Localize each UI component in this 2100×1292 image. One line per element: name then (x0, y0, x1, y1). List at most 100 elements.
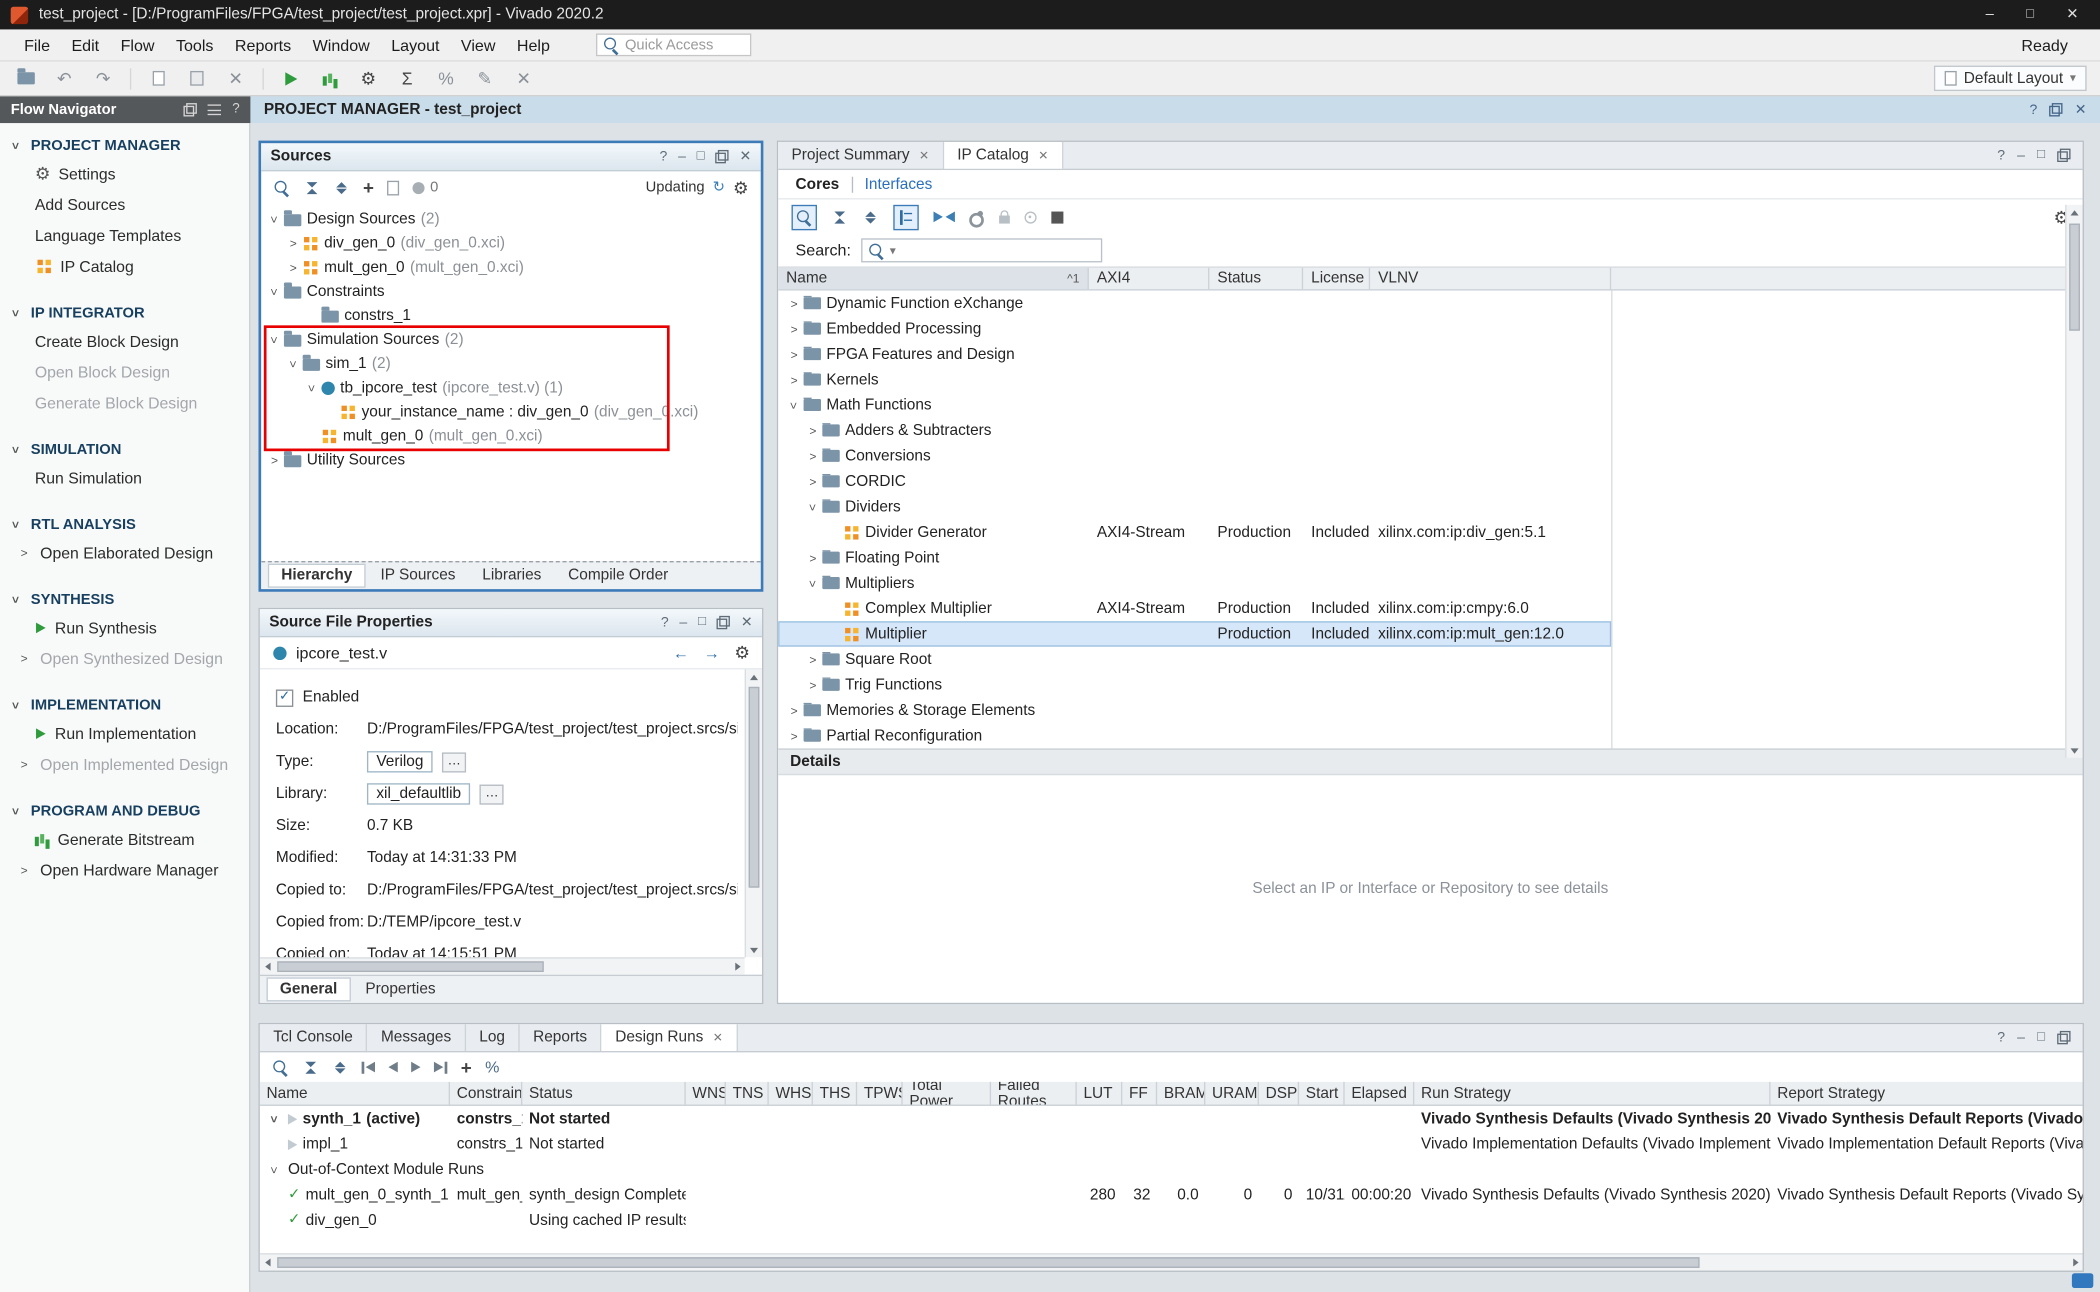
tree-row[interactable]: tb_ipcore_test(ipcore_test.v) (1) (261, 376, 761, 400)
menu-layout[interactable]: Layout (381, 33, 451, 57)
column-header[interactable]: Start (1299, 1082, 1345, 1105)
close-window-button[interactable] (2066, 7, 2078, 22)
catalog-row[interactable]: Dividers (778, 494, 1611, 519)
file-icon[interactable] (387, 180, 399, 195)
tab-messages[interactable]: Messages (368, 1024, 466, 1051)
column-header[interactable]: BRAM (1157, 1082, 1205, 1105)
expand-all-icon[interactable] (863, 211, 879, 223)
sidebar-item-ip-catalog[interactable]: IP Catalog (0, 250, 249, 281)
subtab-interfaces[interactable]: Interfaces (865, 176, 933, 192)
chevron-right-icon[interactable] (805, 653, 821, 666)
nav-section-header[interactable]: IP INTEGRATOR (0, 301, 249, 325)
minimize-panel-icon[interactable] (678, 150, 686, 164)
catalog-row[interactable]: Square Root (778, 647, 1611, 672)
sidebar-item-open-synthesized-design[interactable]: Open Synthesized Design (0, 643, 249, 674)
sidebar-item-create-block-design[interactable]: Create Block Design (0, 325, 249, 356)
column-header[interactable]: WNS (686, 1082, 726, 1105)
sidebar-item-generate-bitstream[interactable]: Generate Bitstream (0, 823, 249, 854)
catalog-row[interactable]: Conversions (778, 443, 1611, 468)
catalog-row[interactable]: Embedded Processing (778, 316, 1611, 341)
scrollbar-thumb[interactable] (277, 961, 544, 972)
menu-reports[interactable]: Reports (224, 33, 302, 57)
run-row-group[interactable]: Out-of-Context Module Runs (260, 1157, 2083, 1182)
tab-ip-sources[interactable]: IP Sources (368, 565, 467, 586)
back-icon[interactable] (673, 645, 689, 661)
column-header-axi4[interactable]: AXI4 (1089, 268, 1210, 289)
menu-icon[interactable] (208, 104, 221, 115)
delete-icon[interactable] (224, 66, 248, 90)
catalog-row[interactable]: Memories & Storage Elements (778, 698, 1611, 723)
column-header[interactable]: TPWS (857, 1082, 903, 1105)
scroll-down-button[interactable] (746, 943, 761, 958)
column-header-status[interactable]: Status (1209, 268, 1303, 289)
catalog-row[interactable]: Partial Reconfiguration (778, 723, 1611, 748)
catalog-row[interactable]: Math Functions (778, 392, 1611, 417)
catalog-row[interactable]: Floating Point (778, 545, 1611, 570)
menu-tools[interactable]: Tools (165, 33, 224, 57)
chevron-right-icon[interactable] (16, 863, 32, 876)
catalog-row[interactable]: Kernels (778, 367, 1611, 392)
close-tab-icon[interactable] (919, 149, 929, 161)
tree-row[interactable]: mult_gen_0(mult_gen_0.xci) (261, 256, 761, 280)
fast-forward-icon[interactable] (434, 1061, 447, 1073)
chevron-right-icon[interactable] (805, 678, 821, 691)
help-icon[interactable] (1997, 1031, 2005, 1045)
float-panel-icon[interactable] (184, 103, 197, 116)
tab-log[interactable]: Log (466, 1024, 520, 1051)
wrench-icon[interactable] (970, 210, 984, 224)
run-row-synth1[interactable]: synth_1(active) constrs_1 Not started Vi… (260, 1106, 2083, 1131)
chevron-right-icon[interactable] (805, 475, 821, 488)
nav-section-header[interactable]: SIMULATION (0, 438, 249, 462)
chevron-right-icon[interactable] (805, 424, 821, 437)
chevron-right-icon[interactable] (786, 322, 802, 335)
minimize-panel-icon[interactable] (679, 616, 687, 630)
reports-chart-icon[interactable] (317, 66, 341, 90)
scroll-left-button[interactable] (260, 959, 275, 974)
close-icon[interactable] (512, 66, 536, 90)
sidebar-item-settings[interactable]: Settings (0, 158, 249, 189)
tab-properties[interactable]: Properties (353, 979, 447, 1000)
sidebar-item-generate-block-design[interactable]: Generate Block Design (0, 387, 249, 418)
menu-file[interactable]: File (13, 33, 60, 57)
catalog-row-selected[interactable]: MultiplierProductionIncludedxilinx.com:i… (778, 621, 1611, 646)
search-icon[interactable] (272, 1058, 289, 1075)
float-panel-icon[interactable] (715, 150, 728, 163)
chevron-right-icon[interactable] (786, 347, 802, 360)
chevron-down-icon[interactable] (267, 333, 283, 346)
collapse-all-icon[interactable] (303, 1061, 319, 1073)
column-header-vlnv[interactable]: VLNV (1370, 268, 1611, 289)
scrollbar-thumb[interactable] (749, 687, 760, 888)
tab-tcl-console[interactable]: Tcl Console (260, 1024, 368, 1051)
redo-icon[interactable] (91, 66, 115, 90)
column-header[interactable]: Failed Routes (991, 1082, 1077, 1105)
quick-access-search[interactable]: Quick Access (595, 33, 750, 56)
catalog-row[interactable]: Dynamic Function eXchange (778, 291, 1611, 316)
menu-window[interactable]: Window (302, 33, 381, 57)
vertical-scrollbar[interactable] (2065, 205, 2082, 758)
chevron-down-icon[interactable] (805, 576, 821, 589)
tree-row[interactable]: Design Sources(2) (261, 208, 761, 232)
help-icon[interactable] (1997, 148, 2005, 162)
run-row-impl1[interactable]: impl_1 constrs_1 Not started Vivado Impl… (260, 1131, 2083, 1156)
layout-selector[interactable]: Default Layout (1934, 66, 2086, 91)
scroll-left-button[interactable] (260, 1255, 275, 1270)
tree-row[interactable]: your_instance_name : div_gen_0(div_gen_0… (261, 400, 761, 424)
scroll-up-button[interactable] (2067, 205, 2082, 220)
maximize-panel-icon[interactable] (698, 616, 706, 629)
maximize-window-button[interactable] (2026, 7, 2034, 22)
chevron-right-icon[interactable] (16, 546, 32, 559)
tree-row[interactable]: div_gen_0(div_gen_0.xci) (261, 232, 761, 256)
open-project-icon[interactable] (13, 66, 37, 90)
sidebar-item-open-elaborated-design[interactable]: Open Elaborated Design (0, 537, 249, 568)
nav-section-header[interactable]: PROJECT MANAGER (0, 134, 249, 158)
settings-gear-icon[interactable] (356, 66, 380, 90)
maximize-panel-icon[interactable] (2037, 1031, 2045, 1044)
catalog-row[interactable]: Trig Functions (778, 672, 1611, 697)
paste-icon[interactable] (185, 66, 209, 90)
menu-flow[interactable]: Flow (110, 33, 165, 57)
chevron-right-icon[interactable] (786, 373, 802, 386)
tab-design-runs[interactable]: Design Runs (602, 1024, 738, 1051)
tree-row[interactable]: mult_gen_0(mult_gen_0.xci) (261, 424, 761, 448)
column-header[interactable]: TNS (726, 1082, 769, 1105)
maximize-panel-icon[interactable] (697, 150, 705, 163)
